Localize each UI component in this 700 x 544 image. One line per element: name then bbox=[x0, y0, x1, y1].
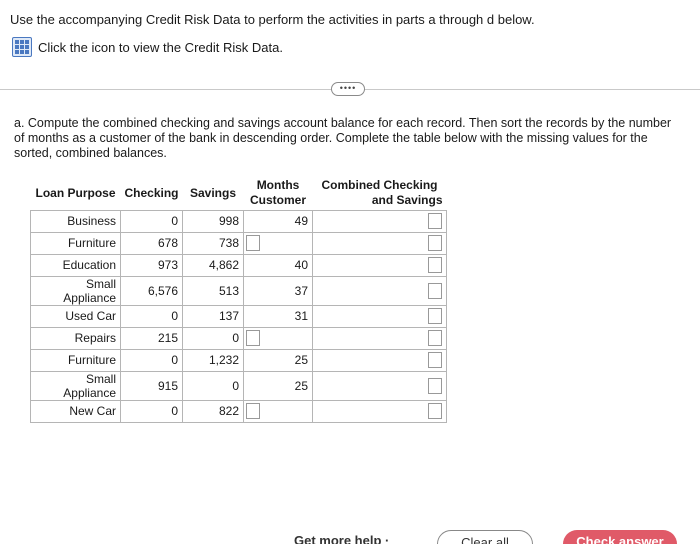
months-cell: 49 bbox=[243, 209, 314, 233]
clear-all-button[interactable]: Clear all bbox=[437, 530, 533, 544]
purpose-cell: Furniture bbox=[30, 231, 121, 255]
months-cell: 25 bbox=[243, 370, 314, 401]
combined-input[interactable] bbox=[428, 257, 443, 273]
checking-cell: 915 bbox=[119, 370, 184, 401]
header-months-customer: Months Customer bbox=[250, 178, 307, 208]
checking-cell: 0 bbox=[119, 304, 184, 328]
header-combined: Combined Checking and Savings bbox=[321, 178, 443, 208]
header-loan-purpose: Loan Purpose bbox=[35, 185, 116, 200]
combined-cell bbox=[312, 399, 448, 423]
spreadsheet-icon[interactable] bbox=[12, 37, 32, 57]
savings-cell: 137 bbox=[182, 304, 245, 328]
table-row: Repairs 215 0 bbox=[30, 326, 448, 350]
purpose-cell: Business bbox=[30, 209, 121, 233]
checking-cell: 6,576 bbox=[119, 275, 184, 306]
table-row: Education 973 4,862 40 bbox=[30, 253, 448, 277]
credit-risk-data-link[interactable]: Click the icon to view the Credit Risk D… bbox=[12, 37, 283, 57]
months-cell: 40 bbox=[243, 253, 314, 277]
combined-input[interactable] bbox=[428, 308, 443, 324]
table-row: Business 0 998 49 bbox=[30, 209, 448, 233]
check-answer-button[interactable]: Check answer bbox=[563, 530, 677, 544]
combined-input[interactable] bbox=[428, 377, 443, 394]
months-cell: 25 bbox=[243, 348, 314, 372]
table-row: Small Appliance 915 0 25 bbox=[30, 370, 448, 401]
months-cell bbox=[243, 231, 314, 255]
combined-input[interactable] bbox=[428, 330, 443, 346]
combined-input[interactable] bbox=[428, 213, 443, 229]
combined-cell bbox=[312, 231, 448, 255]
header-checking: Checking bbox=[124, 185, 179, 200]
table-row: Furniture 678 738 bbox=[30, 231, 448, 255]
combined-cell bbox=[312, 326, 448, 350]
question-text: a. Compute the combined checking and sav… bbox=[14, 116, 672, 160]
data-link-label[interactable]: Click the icon to view the Credit Risk D… bbox=[38, 40, 283, 55]
months-input[interactable] bbox=[246, 403, 261, 419]
instructions-text: Use the accompanying Credit Risk Data to… bbox=[10, 12, 535, 27]
months-cell: 31 bbox=[243, 304, 314, 328]
savings-cell: 822 bbox=[182, 399, 245, 423]
purpose-cell: Used Car bbox=[30, 304, 121, 328]
checking-cell: 973 bbox=[119, 253, 184, 277]
get-more-help-link[interactable]: Get more help · bbox=[294, 533, 389, 544]
months-cell bbox=[243, 326, 314, 350]
combined-input[interactable] bbox=[428, 282, 443, 299]
credit-risk-table: Loan Purpose Checking Savings Months Cus… bbox=[30, 177, 448, 423]
combined-cell bbox=[312, 275, 448, 306]
header-savings: Savings bbox=[190, 185, 237, 200]
purpose-cell: New Car bbox=[30, 399, 121, 423]
months-input[interactable] bbox=[246, 235, 261, 251]
months-input[interactable] bbox=[246, 330, 261, 346]
combined-cell bbox=[312, 348, 448, 372]
purpose-cell: Furniture bbox=[30, 348, 121, 372]
checking-cell: 678 bbox=[119, 231, 184, 255]
savings-cell: 998 bbox=[182, 209, 245, 233]
combined-input[interactable] bbox=[428, 235, 443, 251]
combined-cell bbox=[312, 253, 448, 277]
purpose-cell: Small Appliance bbox=[30, 275, 121, 306]
table-row: Small Appliance 6,576 513 37 bbox=[30, 275, 448, 306]
savings-cell: 0 bbox=[182, 370, 245, 401]
months-cell: 37 bbox=[243, 275, 314, 306]
checking-cell: 0 bbox=[119, 348, 184, 372]
combined-cell bbox=[312, 370, 448, 401]
footer-bar: Get more help · Clear all Check answer bbox=[0, 524, 700, 544]
savings-cell: 1,232 bbox=[182, 348, 245, 372]
table-row: Used Car 0 137 31 bbox=[30, 304, 448, 328]
combined-cell bbox=[312, 304, 448, 328]
purpose-cell: Education bbox=[30, 253, 121, 277]
purpose-cell: Small Appliance bbox=[30, 370, 121, 401]
savings-cell: 4,862 bbox=[182, 253, 245, 277]
savings-cell: 738 bbox=[182, 231, 245, 255]
months-cell bbox=[243, 399, 314, 423]
checking-cell: 0 bbox=[119, 209, 184, 233]
checking-cell: 0 bbox=[119, 399, 184, 423]
table-row: Furniture 0 1,232 25 bbox=[30, 348, 448, 372]
table-row: New Car 0 822 bbox=[30, 399, 448, 423]
purpose-cell: Repairs bbox=[30, 326, 121, 350]
combined-cell bbox=[312, 209, 448, 233]
combined-input[interactable] bbox=[428, 352, 443, 368]
savings-cell: 0 bbox=[182, 326, 245, 350]
checking-cell: 215 bbox=[119, 326, 184, 350]
savings-cell: 513 bbox=[182, 275, 245, 306]
expand-button[interactable]: •••• bbox=[331, 82, 365, 96]
combined-input[interactable] bbox=[428, 403, 443, 419]
